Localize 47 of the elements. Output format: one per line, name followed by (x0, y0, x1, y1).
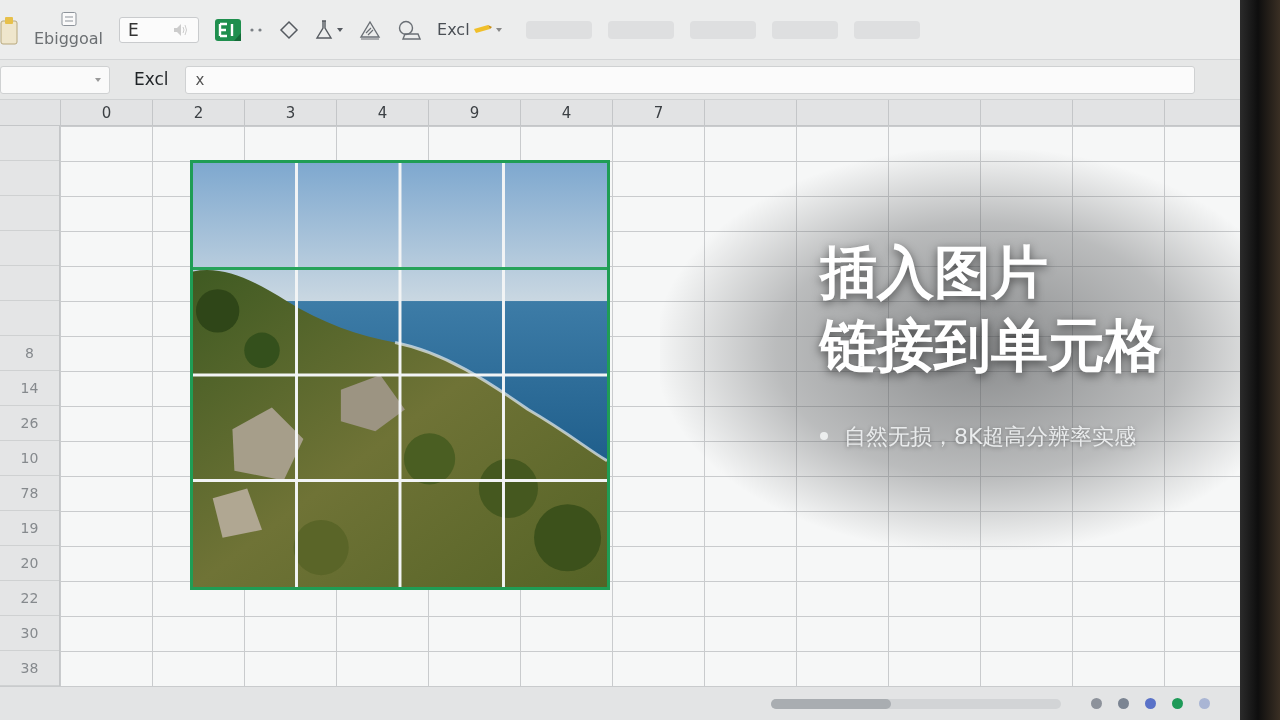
formula-label: Excl (134, 67, 169, 91)
status-dot-icon[interactable] (1172, 698, 1183, 709)
caret-icon[interactable] (95, 77, 101, 82)
speaker-icon (173, 22, 190, 37)
bullet-text: 自然无损，8K超高分辨率实感 (844, 422, 1137, 451)
clipboard-icon[interactable] (0, 14, 18, 45)
column-header: 3 (244, 100, 336, 125)
shapes-icon[interactable] (397, 19, 422, 40)
row-header: 26 (0, 406, 59, 441)
status-dot-icon[interactable] (1118, 698, 1129, 709)
column-header: 4 (520, 100, 612, 125)
coastline-drawing[interactable] (190, 160, 610, 590)
status-dot-icon[interactable] (1145, 698, 1156, 709)
row-header: 19 (0, 511, 59, 546)
overlay-title: 链接到单元格 (820, 310, 1162, 380)
formula-field[interactable]: x (184, 65, 1195, 94)
flask-icon[interactable] (315, 19, 334, 40)
row-header: 10 (0, 441, 59, 476)
row-header: 14 (0, 371, 59, 406)
column-header: 2 (152, 100, 244, 125)
caret-icon[interactable] (337, 27, 344, 32)
font-field[interactable]: E (119, 16, 200, 43)
row-header: 8 (0, 336, 59, 371)
diamond-icon[interactable] (279, 19, 300, 40)
column-header: 4 (336, 100, 428, 125)
row-header: 20 (0, 546, 59, 581)
name-box[interactable] (0, 65, 110, 94)
bullet-icon (820, 432, 828, 441)
status-dot-icon[interactable] (1091, 698, 1102, 709)
row-header: 22 (0, 581, 59, 616)
caret-icon[interactable] (495, 27, 502, 32)
column-header: 0 (60, 100, 152, 125)
document-icon[interactable] (60, 11, 77, 26)
triangle-icon[interactable] (359, 19, 382, 40)
group-label: Ebiggoal (34, 29, 104, 48)
spreadsheet-icon[interactable] (215, 18, 242, 41)
scrollbar-thumb[interactable] (771, 698, 891, 709)
row-header: 78 (0, 476, 59, 511)
column-header: 9 (428, 100, 520, 125)
more-icon[interactable] (249, 26, 264, 33)
status-dot-icon[interactable] (1199, 698, 1210, 709)
overlay-title: 插入图片 (820, 238, 1049, 307)
column-header: 7 (612, 100, 704, 125)
row-header: 30 (0, 616, 59, 651)
pencil-icon[interactable] (473, 24, 492, 35)
horizontal-scrollbar[interactable] (771, 698, 1061, 709)
toolbar-label: Excl (437, 18, 470, 41)
